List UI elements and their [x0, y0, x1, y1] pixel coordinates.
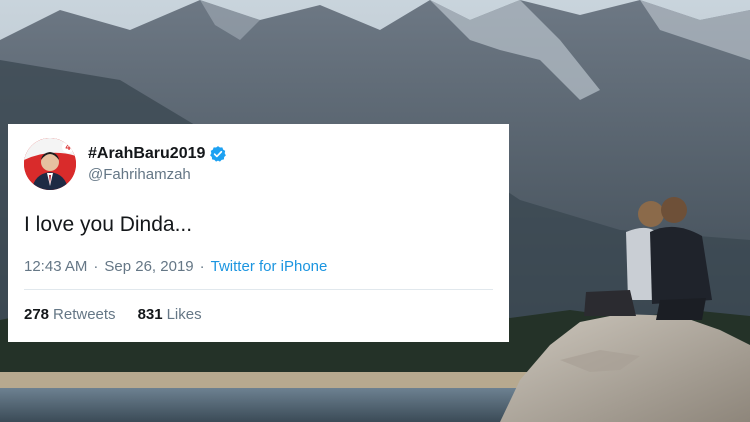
avatar-badge: 4	[66, 142, 71, 152]
avatar[interactable]: 4	[24, 138, 76, 190]
meta-separator: ·	[93, 258, 99, 275]
tweet-source-link[interactable]: Twitter for iPhone	[211, 258, 328, 275]
likes-label: Likes	[166, 306, 202, 323]
tweet-stats: 278 Retweets 831 Likes	[24, 290, 493, 323]
likes-count: 831	[137, 306, 163, 323]
verified-badge-icon	[209, 145, 227, 163]
tweet-meta: 12:43 AM · Sep 26, 2019 · Twitter for iP…	[24, 258, 493, 290]
user-names: #ArahBaru2019 @Fahrihamzah	[88, 145, 227, 183]
tweet-text: I love you Dinda...	[24, 213, 193, 236]
retweets-label: Retweets	[53, 306, 116, 323]
tweet-header: 4 #ArahBaru2019 @Fahrihamzah	[24, 136, 493, 192]
display-name[interactable]: #ArahBaru2019	[88, 145, 205, 163]
retweets-count: 278	[24, 306, 50, 323]
background-photo: 4 #ArahBaru2019 @Fahrihamzah I love you …	[0, 0, 750, 422]
likes-stat[interactable]: 831 Likes	[138, 306, 202, 323]
user-handle[interactable]: @Fahrihamzah	[88, 166, 227, 183]
retweets-stat[interactable]: 278 Retweets	[24, 306, 116, 323]
tweet-time[interactable]: 12:43 AM	[24, 258, 87, 275]
meta-separator: ·	[199, 258, 205, 275]
tweet-card: 4 #ArahBaru2019 @Fahrihamzah I love you …	[8, 124, 509, 342]
profile-photo-icon: 4	[24, 138, 76, 190]
display-name-row: #ArahBaru2019	[88, 145, 227, 163]
tweet-date[interactable]: Sep 26, 2019	[104, 258, 193, 275]
